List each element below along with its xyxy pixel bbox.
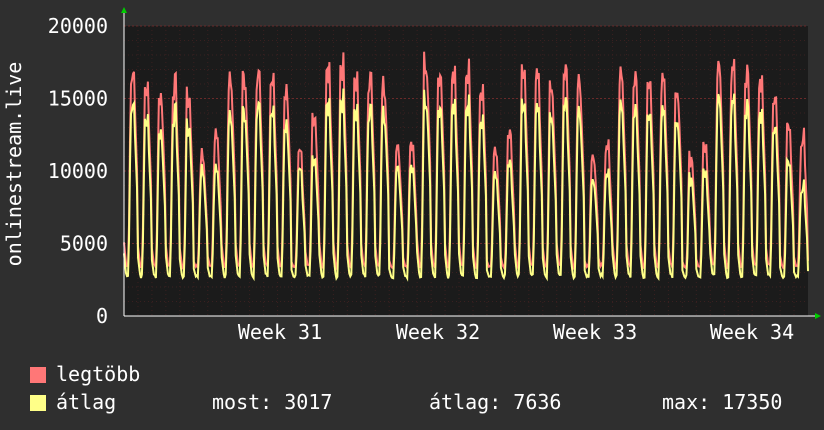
legend-label-max: legtöbb	[56, 362, 141, 386]
x-tick-label: Week 32	[396, 320, 480, 344]
x-axis-arrow	[815, 313, 821, 319]
legend-item-avg: átlag	[30, 388, 116, 416]
y-axis-arrow	[121, 7, 127, 13]
y-tick-label: 0	[96, 304, 108, 328]
legend-label-avg: átlag	[56, 390, 117, 414]
x-tick-label: Week 33	[553, 320, 637, 344]
y-tick-label: 20000	[48, 14, 108, 38]
x-tick-label: Week 34	[710, 320, 794, 344]
legend-swatch-max	[30, 367, 46, 383]
legend-swatch-avg	[30, 395, 46, 411]
stat-average: átlag: 7636	[429, 390, 562, 414]
legend-item-max: legtöbb	[30, 360, 140, 388]
stat-current: most: 3017	[212, 390, 333, 414]
y-tick-label: 15000	[48, 87, 108, 111]
y-tick-label: 5000	[60, 232, 108, 256]
y-tick-label: 10000	[48, 159, 108, 183]
stat-max: max: 17350	[662, 390, 783, 414]
x-tick-label: Week 31	[238, 320, 322, 344]
y-axis-label: onlinestream.live	[2, 62, 26, 267]
